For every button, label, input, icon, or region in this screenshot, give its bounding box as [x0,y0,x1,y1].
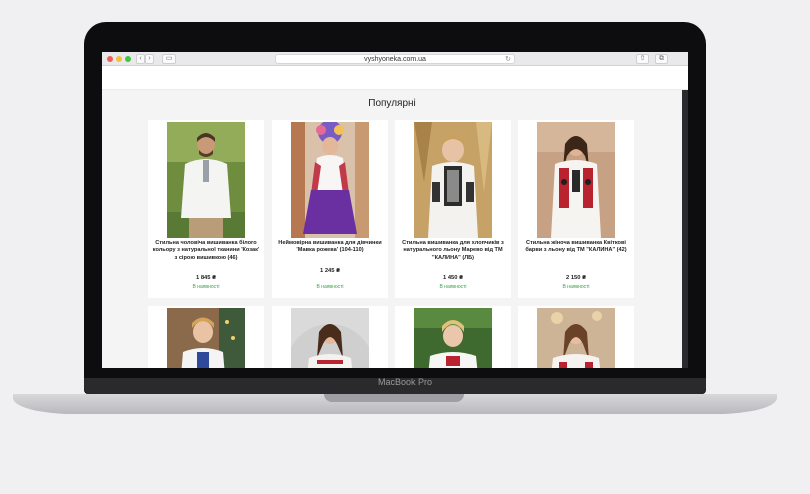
product-price: 1 845 ₴ [196,275,216,281]
maximize-window-button[interactable] [125,56,131,62]
page-scrollbar[interactable] [682,90,688,368]
laptop-notch [324,394,464,402]
tabs-overview-button[interactable]: ⧉ [655,54,668,64]
laptop-mockup: ‹ › ▭ vyshyoneka.com.ua ↻ ⇧ ⧉ Популярні [0,0,810,494]
address-text: vyshyoneka.com.ua [364,56,426,63]
product-price: 1 450 ₴ [443,275,463,281]
sidebar-button[interactable]: ▭ [162,54,176,64]
site-header [102,66,688,90]
product-card[interactable]: Неймовірна вишиванка для дівчинки 'Мавка… [272,120,388,298]
product-name[interactable]: Стильна жіноча вишиванка Квіткові барви … [522,240,630,255]
product-card[interactable] [148,306,264,368]
product-card[interactable] [272,306,388,368]
share-icon: ⇧ [639,55,646,62]
product-name[interactable]: Неймовірна вишиванка для дівчинки 'Мавка… [276,240,384,255]
browser-toolbar: ‹ › ▭ vyshyoneka.com.ua ↻ ⇧ ⧉ [102,52,688,66]
reload-icon[interactable]: ↻ [505,55,511,64]
product-price: 2 150 ₴ [566,275,586,281]
back-button[interactable]: ‹ [136,54,145,64]
stock-status: В наявності [562,284,590,290]
address-bar[interactable]: vyshyoneka.com.ua ↻ [275,54,515,64]
tabs-icon: ⧉ [659,55,664,62]
forward-button[interactable]: › [145,54,154,64]
stock-status: В наявності [316,284,344,290]
stock-status: В наявності [439,284,467,290]
product-card[interactable]: Стильна чоловіча вишиванка білого кольор… [148,120,264,298]
product-image[interactable] [537,122,615,238]
laptop-screen: ‹ › ▭ vyshyoneka.com.ua ↻ ⇧ ⧉ Популярні [102,52,688,368]
product-name[interactable]: Стильна вишиванка для хлопчиків з натура… [399,240,507,262]
product-image[interactable] [291,308,369,368]
product-card[interactable]: Стильна вишиванка для хлопчиків з натура… [395,120,511,298]
chevron-right-icon: › [148,55,151,62]
product-image[interactable] [414,308,492,368]
page-content: Популярні Стильна чоловіча вишиванка біл… [102,90,682,368]
close-window-button[interactable] [107,56,113,62]
product-image[interactable] [167,122,245,238]
product-image[interactable] [537,308,615,368]
share-button[interactable]: ⇧ [636,54,649,64]
product-card[interactable]: Стильна жіноча вишиванка Квіткові барви … [518,120,634,298]
chevron-left-icon: ‹ [139,55,142,62]
product-image[interactable] [414,122,492,238]
product-name[interactable]: Стильна чоловіча вишиванка білого кольор… [152,240,260,262]
product-price: 1 245 ₴ [320,268,340,274]
sidebar-icon: ▭ [165,55,173,62]
product-card[interactable] [518,306,634,368]
product-card[interactable] [395,306,511,368]
stock-status: В наявності [192,284,220,290]
laptop-brand-label: MacBook Pro [377,377,433,387]
product-image[interactable] [167,308,245,368]
section-title: Популярні [368,98,416,109]
minimize-window-button[interactable] [116,56,122,62]
product-image[interactable] [291,122,369,238]
